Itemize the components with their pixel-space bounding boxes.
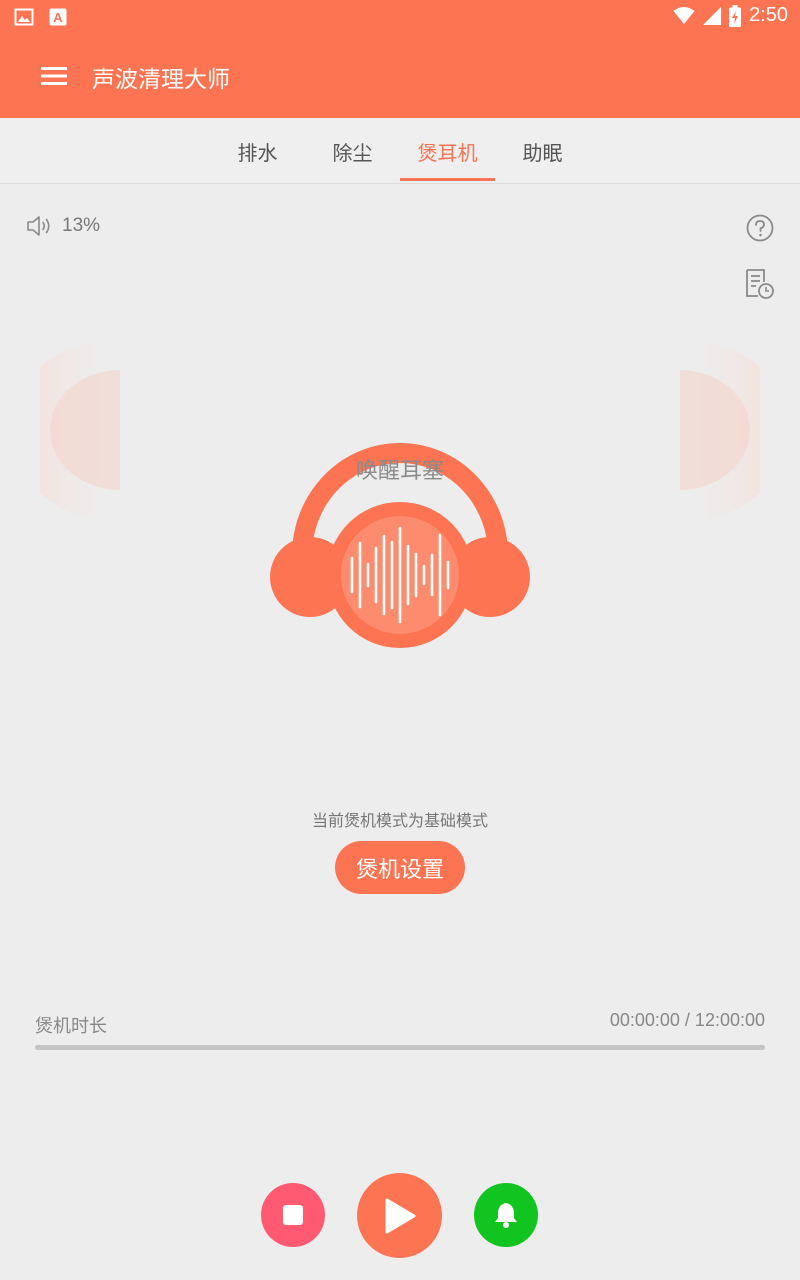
status-bar: A 2:50 bbox=[0, 0, 800, 34]
tab-drain[interactable]: 排水 bbox=[210, 118, 305, 184]
reminder-bell-button[interactable] bbox=[474, 1183, 538, 1247]
menu-button[interactable] bbox=[28, 60, 80, 92]
help-icon[interactable] bbox=[746, 214, 774, 242]
bell-icon bbox=[495, 1203, 517, 1228]
tab-sleep-aid[interactable]: 助眠 bbox=[495, 118, 590, 184]
signal-icon bbox=[703, 6, 722, 25]
sound-wave-right bbox=[680, 338, 760, 522]
duration-value: 00:00:00 / 12:00:00 bbox=[609, 1010, 765, 1030]
app-notification-icon: A bbox=[49, 8, 67, 26]
history-record-icon[interactable] bbox=[744, 268, 776, 300]
hamburger-menu-icon bbox=[41, 67, 67, 85]
headphone-label: 唤醒耳塞 bbox=[355, 459, 444, 484]
wifi-icon bbox=[673, 6, 695, 24]
burn-in-settings-button[interactable]: 煲机设置 bbox=[335, 841, 465, 894]
volume-value: 13% bbox=[62, 215, 101, 236]
svg-text:A: A bbox=[53, 10, 63, 25]
speaker-icon bbox=[27, 216, 50, 236]
play-button[interactable] bbox=[357, 1173, 442, 1258]
sound-wave-left bbox=[40, 338, 120, 522]
duration-label: 煲机时长 bbox=[35, 1016, 107, 1037]
stop-button[interactable] bbox=[261, 1183, 325, 1247]
duration-progress-bar[interactable] bbox=[35, 1045, 765, 1050]
battery-charging-icon bbox=[729, 4, 742, 27]
headphone-icon[interactable] bbox=[260, 390, 540, 660]
tab-burn-in[interactable]: 煲耳机 bbox=[400, 118, 495, 184]
current-mode-text: 当前煲机模式为基础模式 bbox=[311, 811, 488, 830]
active-tab-indicator bbox=[400, 178, 495, 181]
gallery-notification-icon bbox=[14, 8, 34, 26]
tab-bar: 排水 除尘 煲耳机 助眠 bbox=[0, 118, 800, 184]
stop-icon bbox=[283, 1205, 303, 1225]
play-icon bbox=[385, 1198, 415, 1233]
app-bar: 声波清理大师 bbox=[0, 34, 800, 118]
tab-dust-removal[interactable]: 除尘 bbox=[305, 118, 400, 184]
status-time: 2:50 bbox=[749, 4, 788, 26]
app-title: 声波清理大师 bbox=[92, 67, 230, 93]
volume-indicator[interactable]: 13% bbox=[26, 214, 100, 238]
